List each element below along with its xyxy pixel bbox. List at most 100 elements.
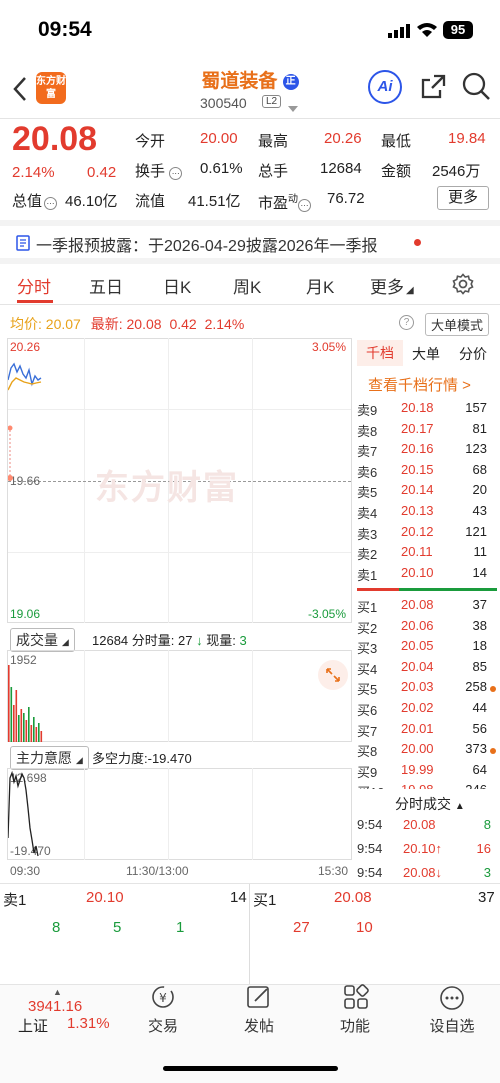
asks-row[interactable]: 卖4 20.13 43 — [357, 503, 497, 524]
asks-row[interactable]: 卖7 20.16 123 — [357, 441, 497, 462]
asks-row[interactable]: 卖2 20.11 11 — [357, 544, 497, 565]
nav-post[interactable]: 发帖 — [224, 1015, 294, 1036]
tab-depth[interactable]: 千档 — [357, 340, 403, 366]
grid-line — [252, 768, 253, 860]
asks-row[interactable]: 卖1 20.10 14 — [357, 565, 497, 586]
bids-row[interactable]: 买2 20.06 38 — [357, 618, 497, 639]
volume-value: 12684 — [320, 160, 362, 177]
time-start: 09:30 — [10, 864, 41, 878]
tab-price-dist[interactable]: 分价 — [459, 344, 487, 364]
share-icon[interactable] — [420, 72, 448, 105]
tab-daily-k[interactable]: 日K — [163, 273, 191, 298]
divider — [0, 220, 500, 226]
bids-row[interactable]: 买6 20.02 44 — [357, 700, 497, 721]
volume-chart[interactable] — [7, 650, 352, 742]
index-name[interactable]: 上证 — [18, 1015, 48, 1036]
bids-price: 19.99 — [401, 761, 434, 777]
index-pct[interactable]: 1.31% — [67, 1015, 110, 1032]
nav-trade[interactable]: 交易 — [128, 1015, 198, 1036]
bids-level-label: 买1 — [357, 600, 378, 615]
info-icon[interactable]: ··· — [298, 199, 312, 212]
index-value[interactable]: 3941.16 — [28, 998, 82, 1015]
more-dots-icon[interactable] — [438, 984, 466, 1017]
help-icon[interactable]: ? — [399, 315, 414, 330]
bids-price: 20.04 — [401, 658, 434, 674]
badge-icon: 正 — [282, 73, 299, 90]
trade-icon[interactable]: ¥ — [150, 984, 176, 1015]
intent-chart[interactable] — [7, 768, 352, 860]
bids-row[interactable]: 买9 19.99 64 — [357, 762, 497, 783]
bids-row[interactable]: 买3 20.05 18 — [357, 638, 497, 659]
ask-queue-item: 1 — [176, 919, 185, 936]
asks-volume: 20 — [472, 482, 487, 498]
asks-price: 20.14 — [401, 482, 434, 498]
asks-volume: 68 — [472, 461, 487, 477]
search-icon[interactable] — [462, 72, 492, 107]
trade-price: 20.08↓ — [403, 865, 443, 880]
view-depth-link[interactable]: 查看千档行情 > — [368, 374, 471, 395]
tab-five-day[interactable]: 五日 — [89, 273, 123, 298]
nav-function[interactable]: 功能 — [320, 1015, 390, 1036]
bids-row[interactable]: 买1 20.08 37 — [357, 597, 497, 618]
trade-row: 9:54 20.10↑ 16 — [357, 841, 497, 861]
settings-icon[interactable] — [452, 273, 474, 300]
announcement-text[interactable]: 一季报预披露：于2026-04-29披露2026年一季报 — [36, 232, 377, 256]
asks-level-label: 卖7 — [357, 444, 378, 460]
tab-more[interactable]: 更多 ◢ — [370, 273, 414, 298]
per-min-value: 27 — [178, 633, 193, 648]
amount-value: 2546万 — [432, 163, 481, 180]
tab-monthly-k[interactable]: 月K — [306, 273, 334, 298]
latest-change: 0.42 — [169, 316, 197, 332]
grid-line — [168, 650, 169, 742]
info-icon[interactable]: ··· — [169, 167, 183, 180]
function-icon[interactable] — [343, 984, 369, 1015]
orderbook-tabs: 千档 大单 分价 — [357, 340, 497, 368]
asks-price: 20.11 — [401, 544, 433, 560]
bids-row[interactable]: 买8 20.00 373 — [357, 741, 497, 762]
bids-row[interactable]: 买4 20.04 85 — [357, 659, 497, 680]
intent-indicator-button[interactable]: 主力意愿 ◢ — [10, 746, 89, 770]
asks-volume: 14 — [472, 564, 487, 580]
queue-ask-price: 20.10 — [86, 889, 124, 906]
intent-line — [8, 770, 39, 857]
trades-title[interactable]: 分时成交 ▲ — [395, 794, 465, 814]
change-value: 0.42 — [87, 164, 117, 181]
asks-row[interactable]: 卖3 20.12 121 — [357, 524, 497, 545]
asks-row[interactable]: 卖8 20.17 81 — [357, 421, 497, 442]
asks-row[interactable]: 卖9 20.18 157 — [357, 400, 497, 421]
turnover-value: 0.61% — [200, 160, 243, 177]
bids-level-label: 买5 — [357, 682, 378, 698]
tab-weekly-k[interactable]: 周K — [233, 273, 261, 298]
bids-level-label: 买6 — [357, 703, 378, 718]
queue-bid-vol: 37 — [478, 889, 495, 906]
asks-row[interactable]: 卖6 20.15 68 — [357, 462, 497, 483]
watermark: 东方财富 — [95, 469, 239, 507]
volume-indicator-button[interactable]: 成交量 ◢ — [10, 628, 75, 652]
ai-button[interactable]: Ai — [368, 70, 402, 104]
tab-big-orders[interactable]: 大单 — [412, 344, 440, 364]
bids-row[interactable]: 买7 20.01 56 — [357, 721, 497, 742]
expand-icon[interactable] — [318, 660, 348, 690]
bids-row[interactable]: 买5 20.03 258 — [357, 679, 497, 700]
document-icon — [16, 235, 30, 256]
divider — [0, 258, 500, 264]
time-end: 15:30 — [318, 864, 349, 878]
level-dropdown-icon[interactable] — [288, 100, 298, 118]
high-value: 20.26 — [324, 130, 362, 147]
asks-level-label: 卖5 — [357, 485, 378, 501]
post-icon[interactable] — [246, 984, 272, 1015]
asks-row[interactable]: 卖5 20.14 20 — [357, 482, 497, 503]
nav-watchlist[interactable]: 设自选 — [417, 1015, 487, 1036]
open-label: 今开 — [135, 133, 166, 150]
tab-intraday[interactable]: 分时 — [17, 273, 51, 298]
asks-price: 20.12 — [401, 523, 434, 539]
level-badge: L2 — [262, 95, 282, 108]
divider — [0, 118, 500, 119]
queue-divider — [249, 884, 250, 984]
asks-level-label: 卖8 — [357, 423, 378, 439]
latest-value: 20.08 — [126, 316, 162, 332]
volume-label: 总手 — [258, 163, 289, 180]
info-icon[interactable]: ··· — [44, 197, 58, 210]
big-order-mode-button[interactable]: 大单模式 — [425, 313, 490, 336]
more-button[interactable]: 更多 — [437, 186, 489, 210]
